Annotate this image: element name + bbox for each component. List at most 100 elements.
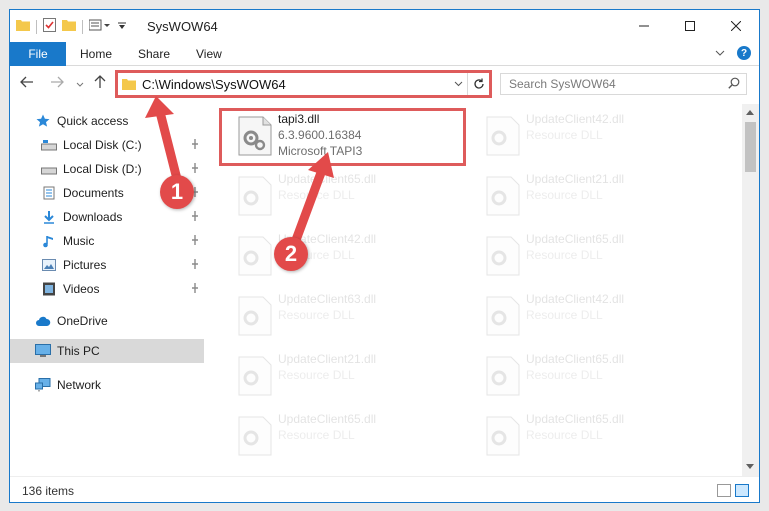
file-type: Resource DLL	[526, 248, 603, 262]
pin-icon[interactable]	[190, 235, 200, 248]
minimize-button[interactable]	[621, 10, 667, 42]
back-arrow-icon[interactable]	[20, 75, 34, 92]
navigation-bar: C:\Windows\SysWOW64 Search SysWOW64	[10, 67, 759, 101]
file-name: UpdateClient42.dll	[526, 292, 625, 306]
search-placeholder: Search SysWOW64	[509, 77, 616, 91]
window-controls	[621, 10, 759, 42]
file-name: UpdateClient21.dll	[526, 172, 625, 186]
file-item[interactable]: UpdateClient65.dll Resource DLL	[478, 228, 716, 284]
expand-ribbon-icon[interactable]	[715, 46, 725, 60]
file-item[interactable]: UpdateClient65.dll Resource DLL	[230, 168, 468, 224]
tab-home[interactable]: Home	[80, 47, 112, 61]
tab-file[interactable]: File	[10, 42, 66, 66]
drive-icon	[40, 160, 58, 178]
dll-file-icon	[238, 416, 272, 456]
sidebar-item-videos[interactable]: Videos	[10, 277, 204, 301]
file-name: UpdateClient65.dll	[278, 412, 377, 426]
videos-icon	[40, 280, 58, 298]
pin-icon[interactable]	[190, 163, 200, 176]
sidebar-item-network[interactable]: Network	[10, 373, 204, 397]
large-icons-view-icon[interactable]	[735, 484, 749, 497]
file-name: UpdateClient21.dll	[278, 352, 377, 366]
sidebar-item-pictures[interactable]: Pictures	[10, 253, 204, 277]
step-badge-1: 1	[160, 175, 194, 209]
dll-file-icon	[486, 116, 520, 156]
vertical-scrollbar[interactable]	[742, 104, 759, 476]
forward-arrow-icon[interactable]	[50, 75, 64, 92]
file-type: Resource DLL	[526, 188, 603, 202]
search-input[interactable]: Search SysWOW64	[500, 73, 747, 95]
pin-icon[interactable]	[190, 259, 200, 272]
sidebar-item-onedrive[interactable]: OneDrive	[10, 309, 204, 333]
scroll-down-icon[interactable]	[746, 463, 754, 472]
customize-toolbar-icon[interactable]	[88, 19, 111, 34]
folder-icon[interactable]	[16, 19, 30, 34]
pin-icon[interactable]	[190, 283, 200, 296]
sidebar-item-label: Local Disk (D:)	[63, 162, 142, 176]
file-item[interactable]: UpdateClient63.dll Resource DLL	[230, 288, 468, 344]
tab-view[interactable]: View	[196, 47, 222, 61]
file-item[interactable]: UpdateClient65.dll Resource DLL	[230, 408, 468, 464]
file-name: UpdateClient65.dll	[526, 352, 625, 366]
dll-file-icon	[238, 356, 272, 396]
maximize-button[interactable]	[667, 10, 713, 42]
sidebar-item-quick-access[interactable]: Quick access	[10, 109, 204, 133]
file-name: UpdateClient65.dll	[278, 172, 377, 186]
scroll-up-icon[interactable]	[746, 108, 754, 117]
recent-locations-icon[interactable]	[76, 75, 84, 92]
star-icon	[34, 112, 52, 130]
file-type: Resource DLL	[278, 368, 355, 382]
file-type: Resource DLL	[278, 188, 355, 202]
network-icon	[34, 376, 52, 394]
sidebar-item-label: Quick access	[57, 114, 129, 128]
chevron-down-icon[interactable]	[117, 20, 127, 34]
sidebar-item-this-pc[interactable]: This PC	[10, 339, 204, 363]
properties-icon[interactable]	[43, 18, 56, 35]
sidebar-item-label: Pictures	[63, 258, 107, 272]
new-folder-icon[interactable]	[62, 19, 76, 34]
file-item[interactable]: UpdateClient42.dll Resource DLL	[478, 108, 716, 164]
file-item[interactable]: UpdateClient21.dll Resource DLL	[478, 168, 716, 224]
help-icon[interactable]: ?	[737, 46, 751, 60]
download-icon	[40, 208, 58, 226]
chevron-down-icon[interactable]	[449, 79, 467, 90]
address-bar[interactable]: C:\Windows\SysWOW64	[115, 70, 492, 98]
dll-file-icon	[238, 296, 272, 336]
file-item[interactable]: UpdateClient42.dll Resource DLL	[478, 288, 716, 344]
status-bar: 136 items	[10, 476, 759, 502]
address-path[interactable]: C:\Windows\SysWOW64	[142, 77, 449, 92]
file-type: Resource DLL	[526, 428, 603, 442]
dll-file-icon	[486, 296, 520, 336]
scrollbar-thumb[interactable]	[745, 122, 756, 172]
file-item[interactable]: UpdateClient42.dll Resource DLL	[230, 228, 468, 284]
close-button[interactable]	[713, 10, 759, 42]
file-highlight-box	[219, 108, 466, 166]
dll-file-icon	[486, 236, 520, 276]
dll-file-icon	[238, 176, 272, 216]
tab-share[interactable]: Share	[138, 47, 170, 61]
item-count: 136 items	[22, 484, 75, 498]
dll-file-icon	[238, 236, 272, 276]
refresh-button[interactable]	[467, 73, 489, 95]
file-name: UpdateClient65.dll	[526, 232, 625, 246]
file-item[interactable]: UpdateClient21.dll Resource DLL	[230, 348, 468, 404]
computer-icon	[34, 342, 52, 360]
pictures-icon	[40, 256, 58, 274]
file-item[interactable]: UpdateClient65.dll Resource DLL	[478, 348, 716, 404]
toolbar-separator	[36, 19, 37, 34]
up-arrow-icon[interactable]	[94, 75, 106, 93]
details-view-icon[interactable]	[717, 484, 731, 497]
step-badge-2: 2	[274, 237, 308, 271]
sidebar-item-music[interactable]: Music	[10, 229, 204, 253]
sidebar-item-label: This PC	[57, 344, 100, 358]
pin-icon[interactable]	[190, 139, 200, 152]
title-bar: SysWOW64	[10, 10, 759, 42]
sidebar-item-label: Network	[57, 378, 102, 392]
file-type: Resource DLL	[278, 428, 355, 442]
file-name: UpdateClient65.dll	[526, 412, 625, 426]
pin-icon[interactable]	[190, 211, 200, 224]
sidebar-item-local-disk-c[interactable]: Local Disk (C:)	[10, 133, 204, 157]
search-icon[interactable]	[728, 77, 740, 92]
sidebar-item-label: Documents	[63, 186, 124, 200]
file-item[interactable]: UpdateClient65.dll Resource DLL	[478, 408, 716, 464]
